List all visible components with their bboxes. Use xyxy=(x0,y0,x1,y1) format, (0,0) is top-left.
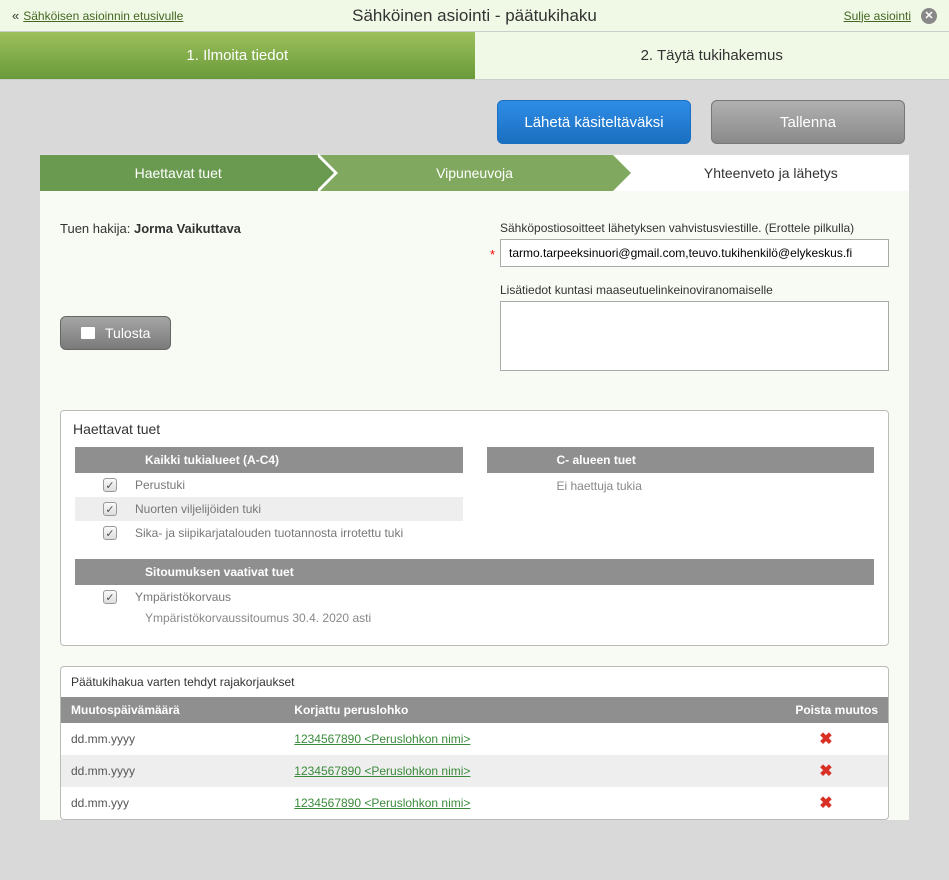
info-textarea[interactable] xyxy=(500,301,889,371)
close-link[interactable]: Sulje asiointi xyxy=(844,9,911,23)
panel-title: Haettavat tuet xyxy=(61,411,888,447)
tab-ilmoita-tiedot[interactable]: 1. Ilmoita tiedot xyxy=(0,32,475,79)
tuki-row: Ympäristökorvaus xyxy=(75,585,874,609)
submit-button[interactable]: Lähetä käsiteltäväksi xyxy=(497,100,691,144)
tuki-label: Ympäristökorvaus xyxy=(135,590,864,604)
applicant-name: Jorma Vaikuttava xyxy=(134,221,241,236)
table-row: dd.mm.yyyy 1234567890 <Peruslohkon nimi>… xyxy=(61,755,888,787)
tuki-row: Nuorten viljelijöiden tuki xyxy=(75,497,463,521)
print-button[interactable]: Tulosta xyxy=(60,316,171,350)
commitment-note: Ympäristökorvaussitoumus 30.4. 2020 asti xyxy=(75,609,874,631)
step-haettavat-tuet[interactable]: Haettavat tuet xyxy=(40,155,316,191)
save-button[interactable]: Tallenna xyxy=(711,100,905,144)
delete-icon[interactable]: ✖ xyxy=(819,731,832,748)
corrections-panel: Päätukihakua varten tehdyt rajakorjaukse… xyxy=(60,666,889,820)
checkbox-nuorten[interactable] xyxy=(103,502,117,516)
close-icon[interactable]: ✕ xyxy=(921,8,937,24)
content-card: Haettavat tuet Vipuneuvoja Yhteenveto ja… xyxy=(40,154,909,820)
tuki-label: Nuorten viljelijöiden tuki xyxy=(135,502,453,516)
table-row: dd.mm.yyyy 1234567890 <Peruslohkon nimi>… xyxy=(61,723,888,755)
delete-icon[interactable]: ✖ xyxy=(819,763,832,780)
block-link[interactable]: 1234567890 <Peruslohkon nimi> xyxy=(294,732,470,746)
applicant-label: Tuen hakija: xyxy=(60,221,130,236)
step-yhteenveto[interactable]: Yhteenveto ja lähetys xyxy=(613,155,909,191)
checkbox-perustuki[interactable] xyxy=(103,478,117,492)
corrections-table: Muutospäivämäärä Korjattu peruslohko Poi… xyxy=(61,697,888,819)
group-header-commitment: Sitoumuksen vaativat tuet xyxy=(75,559,874,585)
group-header-c-area: C- alueen tuet xyxy=(487,447,875,473)
email-label: Sähköpostiosoitteet lähetyksen vahvistus… xyxy=(500,221,889,235)
applicant-line: Tuen hakija: Jorma Vaikuttava xyxy=(60,221,460,236)
cell-date: dd.mm.yyyy xyxy=(61,755,284,787)
block-link[interactable]: 1234567890 <Peruslohkon nimi> xyxy=(294,796,470,810)
corrections-title: Päätukihakua varten tehdyt rajakorjaukse… xyxy=(61,667,888,697)
block-link[interactable]: 1234567890 <Peruslohkon nimi> xyxy=(294,764,470,778)
col-delete: Poista muutos xyxy=(764,697,888,723)
no-items-text: Ei haettuja tukia xyxy=(487,473,875,499)
main-tabs: 1. Ilmoita tiedot 2. Täytä tukihakemus xyxy=(0,32,949,80)
cell-date: dd.mm.yyy xyxy=(61,787,284,819)
table-row: dd.mm.yyy 1234567890 <Peruslohkon nimi> … xyxy=(61,787,888,819)
stepper: Haettavat tuet Vipuneuvoja Yhteenveto ja… xyxy=(40,155,909,191)
checkbox-sika[interactable] xyxy=(103,526,117,540)
col-date: Muutospäivämäärä xyxy=(61,697,284,723)
back-link[interactable]: Sähköisen asioinnin etusivulle xyxy=(23,9,183,23)
haettavat-tuet-panel: Haettavat tuet Kaikki tukialueet (A-C4) … xyxy=(60,410,889,646)
cell-date: dd.mm.yyyy xyxy=(61,723,284,755)
group-header-all-areas: Kaikki tukialueet (A-C4) xyxy=(75,447,463,473)
info-label: Lisätiedot kuntasi maaseutuelinkeinovira… xyxy=(500,283,889,297)
tuki-label: Sika- ja siipikarjatalouden tuotannosta … xyxy=(135,526,453,540)
delete-icon[interactable]: ✖ xyxy=(819,795,832,812)
back-caret: « xyxy=(12,8,19,23)
tuki-row: Sika- ja siipikarjatalouden tuotannosta … xyxy=(75,521,463,545)
print-label: Tulosta xyxy=(105,325,150,341)
email-input[interactable] xyxy=(500,239,889,267)
tuki-label: Perustuki xyxy=(135,478,453,492)
tab-tayta-tukihakemus[interactable]: 2. Täytä tukihakemus xyxy=(475,32,949,79)
action-bar: Lähetä käsiteltäväksi Tallenna xyxy=(0,80,949,154)
checkbox-ymparisto[interactable] xyxy=(103,590,117,604)
col-block: Korjattu peruslohko xyxy=(284,697,764,723)
topbar: « Sähköisen asioinnin etusivulle Sähköin… xyxy=(0,0,949,32)
print-icon xyxy=(81,327,95,339)
tuki-row: Perustuki xyxy=(75,473,463,497)
page-title: Sähköinen asiointi - päätukihaku xyxy=(352,6,597,26)
step-vipuneuvoja[interactable]: Vipuneuvoja xyxy=(316,155,612,191)
required-indicator: * xyxy=(490,247,495,262)
